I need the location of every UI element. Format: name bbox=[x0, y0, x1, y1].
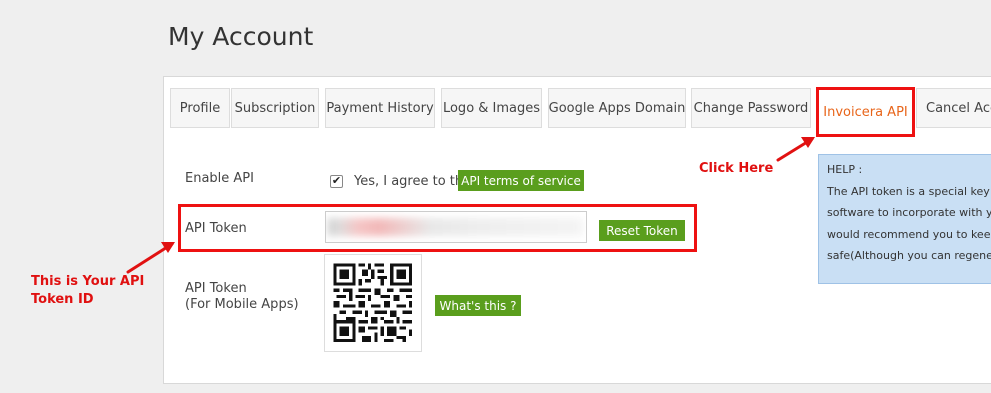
token-annotation-line2: Token ID bbox=[31, 292, 94, 307]
click-here-annotation: Click Here bbox=[699, 161, 774, 176]
annotation-arrows bbox=[126, 137, 815, 274]
token-annotation-line1: This is Your API bbox=[31, 274, 145, 289]
click-here-arrowhead bbox=[801, 137, 815, 148]
